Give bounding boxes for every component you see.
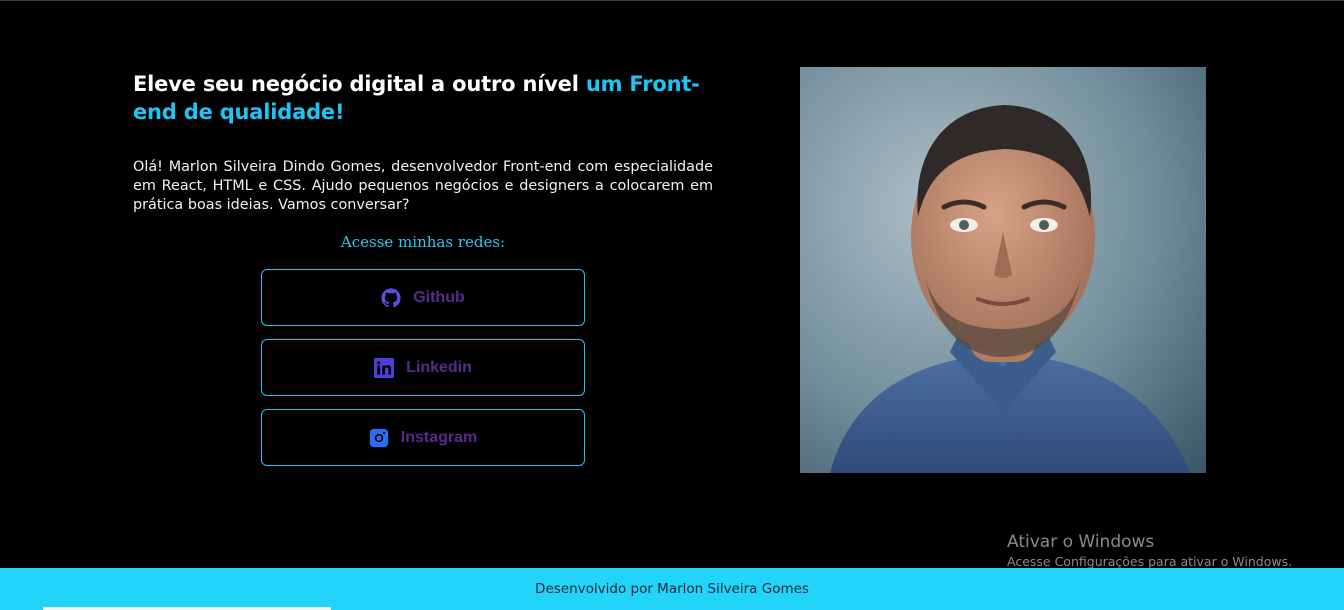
profile-photo [800,67,1206,473]
top-border [0,0,1344,1]
instagram-icon [369,428,389,448]
hero-section: Eleve seu negócio digital a outro nível … [133,70,713,215]
social-title: Acesse minhas redes: [340,233,506,251]
intro-paragraph: Olá! Marlon Silveira Dindo Gomes, desenv… [133,159,713,213]
linkedin-button[interactable]: Linkedin [261,339,585,396]
watermark-title: Ativar o Windows [1007,532,1155,552]
footer: Desenvolvido por Marlon Silveira Gomes [0,568,1344,610]
linkedin-label: Linkedin [406,358,472,376]
headline-main: Eleve seu negócio digital a outro nível [133,72,586,96]
github-icon [381,287,401,308]
portrait-illustration [800,67,1206,473]
instagram-label: Instagram [400,428,478,446]
footer-credit: Desenvolvido por Marlon Silveira Gomes [535,581,809,597]
hero-headline: Eleve seu negócio digital a outro nível … [133,70,713,126]
github-label: Github [413,288,465,306]
github-button[interactable]: Github [261,269,585,326]
windows-activation-watermark: Ativar o Windows Acesse Configurações pa… [1007,531,1292,571]
instagram-button[interactable]: Instagram [261,409,585,466]
linkedin-icon [374,357,395,378]
